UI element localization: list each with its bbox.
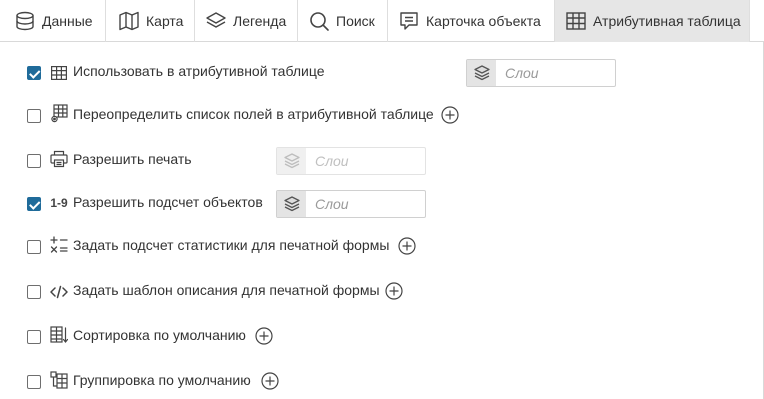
table-icon	[566, 12, 586, 30]
option-label: Задать подсчет статистики для печатной ф…	[73, 237, 390, 253]
option-label: Задать шаблон описания для печатной форм…	[73, 282, 380, 298]
layers-placeholder: Слои	[315, 153, 349, 169]
map-icon	[119, 11, 139, 31]
layers-placeholder: Слои	[505, 65, 539, 81]
count-icon: 1-9	[48, 194, 70, 212]
option-label: Сортировка по умолчанию	[73, 327, 246, 343]
tab-legend[interactable]: Легенда	[195, 0, 298, 42]
tab-search[interactable]: Поиск	[298, 0, 388, 42]
checkbox-allow-print[interactable]	[27, 154, 41, 168]
tab-label: Данные	[42, 13, 93, 29]
option-label: Использовать в атрибутивной таблице	[73, 63, 325, 79]
table-icon	[50, 64, 68, 82]
checkbox-print-statistics[interactable]	[27, 240, 41, 254]
layers-select[interactable]: Слои	[276, 147, 426, 175]
checkbox-override-field-list[interactable]	[27, 109, 41, 123]
option-label: Переопределить список полей в атрибутивн…	[73, 106, 434, 122]
layers-icon	[206, 12, 226, 28]
layers-select[interactable]: Слои	[276, 190, 426, 218]
tab-feature-card[interactable]: Карточка объекта	[388, 0, 555, 42]
database-icon	[16, 11, 34, 31]
layers-placeholder: Слои	[315, 196, 349, 212]
code-icon	[50, 283, 68, 301]
checkbox-description-template[interactable]	[27, 285, 41, 299]
table-settings-icon	[50, 104, 68, 124]
math-operations-icon	[50, 236, 68, 254]
tab-bar: Данные Карта Легенда Поиск Карточка объе…	[0, 0, 764, 42]
tab-label: Карточка объекта	[426, 13, 541, 29]
add-circle-icon[interactable]	[441, 106, 459, 124]
layers-icon	[467, 60, 496, 86]
tab-map[interactable]: Карта	[106, 0, 195, 42]
printer-icon	[50, 149, 68, 169]
search-icon	[310, 12, 329, 31]
option-label: Разрешить печать	[73, 151, 192, 167]
tab-label: Карта	[146, 13, 184, 29]
layers-icon	[277, 191, 306, 217]
count-icon-text: 1-9	[50, 196, 68, 210]
add-circle-icon[interactable]	[398, 237, 416, 255]
tab-label: Легенда	[233, 13, 287, 29]
checkbox-allow-count[interactable]	[27, 197, 41, 211]
layers-icon	[277, 148, 306, 174]
add-circle-icon[interactable]	[385, 282, 403, 300]
add-circle-icon[interactable]	[255, 327, 273, 345]
tab-data[interactable]: Данные	[0, 0, 106, 42]
tab-label: Поиск	[336, 13, 375, 29]
layers-select[interactable]: Слои	[466, 59, 616, 87]
sort-icon	[50, 326, 68, 344]
tab-attribute-table[interactable]: Атрибутивная таблица	[555, 0, 750, 42]
add-circle-icon[interactable]	[261, 372, 279, 390]
feature-card-icon	[400, 12, 418, 30]
option-label: Разрешить подсчет объектов	[73, 194, 263, 210]
option-label: Группировка по умолчанию	[73, 372, 251, 388]
group-icon	[50, 371, 68, 389]
checkbox-use-in-attribute-table[interactable]	[27, 66, 41, 80]
checkbox-default-sort[interactable]	[27, 330, 41, 344]
checkbox-default-group[interactable]	[27, 375, 41, 389]
tab-label: Атрибутивная таблица	[593, 13, 741, 29]
